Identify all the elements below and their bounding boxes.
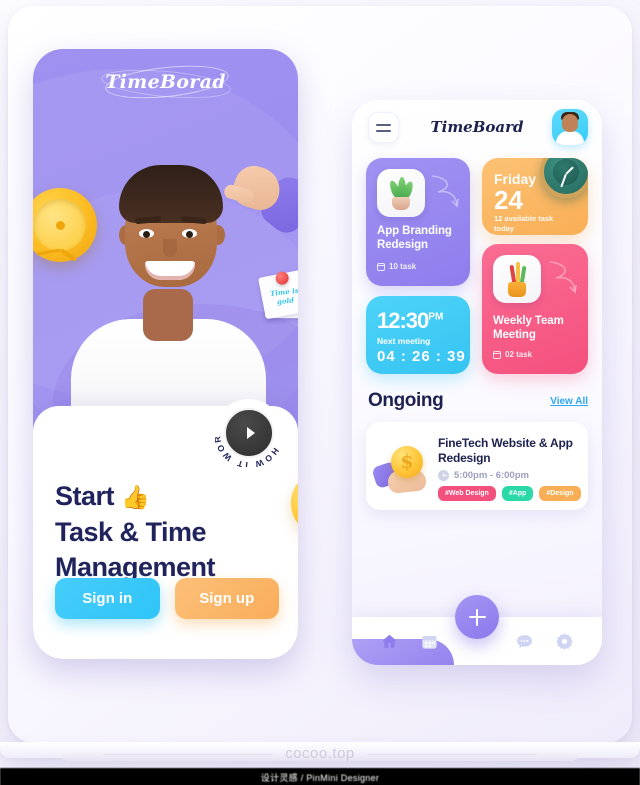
- meeting-time-ampm: PM: [428, 311, 444, 323]
- pen-cup-icon: [493, 255, 541, 303]
- user-avatar[interactable]: [552, 109, 588, 145]
- coin-in-hand-icon: $: [371, 446, 430, 496]
- nav-chat-icon[interactable]: [515, 632, 534, 651]
- nav-home-icon[interactable]: [380, 632, 399, 651]
- play-icon[interactable]: [224, 408, 274, 458]
- view-all-link[interactable]: View All: [550, 396, 588, 407]
- date-number: 24: [494, 185, 523, 215]
- meeting-time: 12:30PM: [377, 308, 443, 334]
- card-meta: 02 task: [492, 350, 533, 359]
- task-time: 5:00pm - 6:00pm: [438, 470, 529, 481]
- card-meta-text: 02 task: [505, 350, 533, 359]
- task-title: FineTech Website & App Redesign: [438, 436, 573, 465]
- meeting-countdown: 04 : 26 : 39: [377, 348, 466, 365]
- watermark-text: cocoo.top: [104, 745, 536, 762]
- card-weekly-team[interactable]: Weekly Team Meeting 02 task: [482, 244, 588, 374]
- task-tag[interactable]: #App: [501, 486, 534, 501]
- dashboard-header: TimeBoard: [352, 100, 602, 152]
- card-title: App Branding Redesign: [377, 225, 452, 251]
- headline-line-2: Task & Time: [55, 517, 207, 547]
- task-tag[interactable]: #Web Design: [438, 486, 496, 501]
- card-title: Weekly Team Meeting: [493, 315, 564, 341]
- nav-gear-icon[interactable]: [555, 632, 574, 651]
- left-app-logo: TimeBorad: [105, 71, 226, 93]
- right-phone-dashboard: TimeBoard App Branding Redesign 10 task …: [352, 100, 602, 665]
- how-it-works-button[interactable]: HOW IT WORKS: [215, 399, 283, 467]
- bottom-navigation: [352, 595, 602, 665]
- plant-icon: [377, 169, 425, 217]
- watermark: cocoo.top: [0, 745, 640, 762]
- card-next-meeting[interactable]: 12:30PM Next meeting 04 : 26 : 39: [366, 296, 470, 374]
- meeting-label: Next meeting: [377, 336, 431, 346]
- clock-icon: [438, 470, 449, 481]
- sticky-note: Time is gold: [258, 267, 298, 327]
- thumbs-up-icon: 👍: [121, 484, 150, 510]
- curved-arrow-icon: [431, 175, 459, 208]
- onboarding-headline: Start 👍 Task & Time Management: [55, 479, 285, 585]
- nav-calendar-icon[interactable]: [420, 632, 439, 651]
- add-task-fab[interactable]: [455, 595, 499, 639]
- card-meta: 10 task: [376, 262, 417, 271]
- headline-line-1: Start: [55, 481, 115, 511]
- sticky-note-text: Time is gold: [269, 285, 298, 307]
- auth-buttons: Sign in Sign up: [55, 578, 279, 619]
- ongoing-title: Ongoing: [368, 390, 444, 411]
- calendar-icon: [492, 350, 501, 359]
- task-tag-list: #Web Design #App #Design: [438, 486, 581, 501]
- left-phone-onboarding: TimeBorad Time is gold HOW IT WO Start 👍…: [33, 49, 298, 659]
- card-friday-date[interactable]: Friday 24 12 available task today: [482, 158, 588, 235]
- sign-up-button[interactable]: Sign up: [174, 578, 279, 619]
- ongoing-task-card[interactable]: $ FineTech Website & App Redesign 5:00pm…: [366, 422, 588, 510]
- card-app-branding[interactable]: App Branding Redesign 10 task: [366, 158, 470, 286]
- meeting-time-value: 12:30: [377, 308, 429, 333]
- credit-text: 设计灵感 / PinMini Designer: [0, 768, 640, 785]
- sign-in-button[interactable]: Sign in: [55, 578, 160, 619]
- curved-arrow-icon: [549, 261, 577, 294]
- date-meta: 12 available task today: [494, 214, 554, 233]
- ongoing-section-header: Ongoing View All: [368, 390, 588, 412]
- card-meta-text: 10 task: [389, 262, 417, 271]
- task-tag[interactable]: #Design: [539, 486, 581, 501]
- task-time-text: 5:00pm - 6:00pm: [454, 470, 529, 481]
- screenshot-stage: TimeBorad Time is gold HOW IT WO Start 👍…: [0, 0, 640, 785]
- alarm-clock-icon: [540, 158, 588, 198]
- calendar-icon: [376, 262, 385, 271]
